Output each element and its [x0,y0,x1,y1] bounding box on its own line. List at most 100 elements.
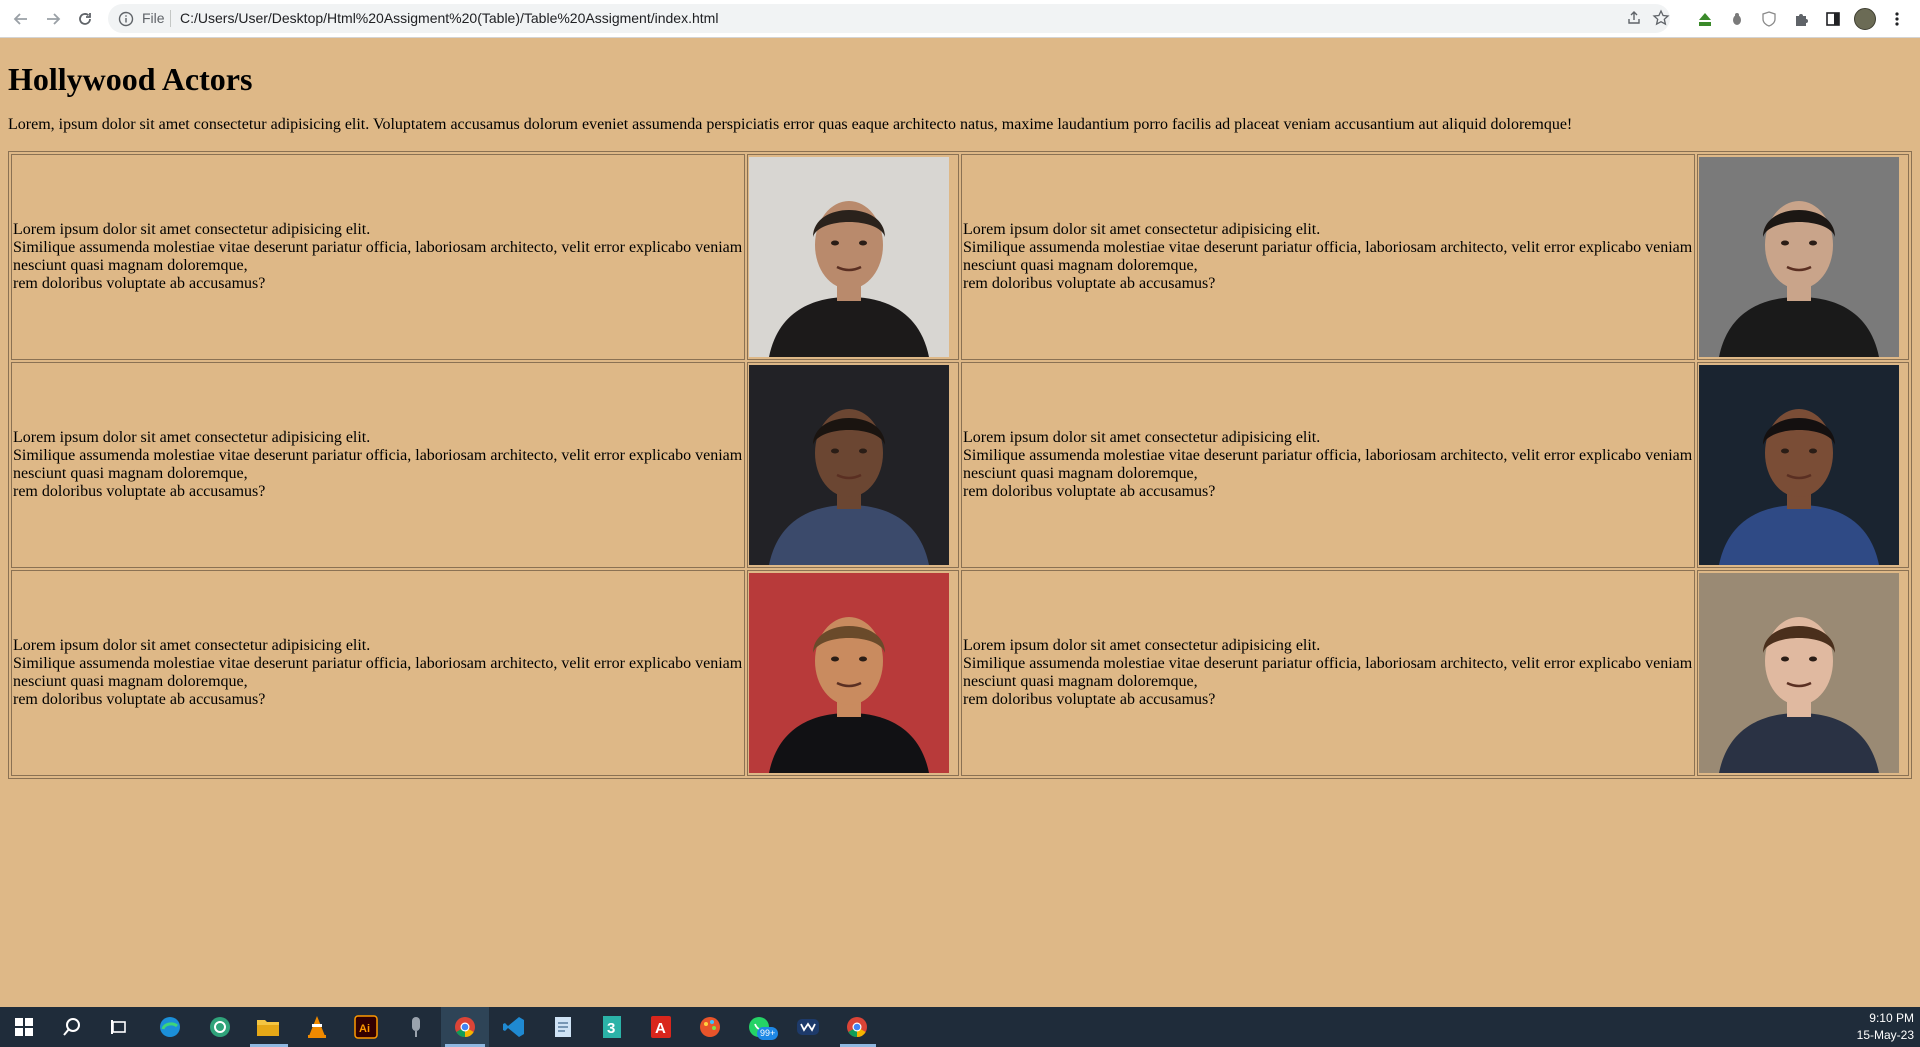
taskbar-chatgpt[interactable] [206,1013,234,1041]
taskbar-paint[interactable] [696,1013,724,1041]
vscode-icon [503,1017,524,1037]
actor-photo-4 [1699,365,1899,565]
clock-date: 15-May-23 [1856,1028,1914,1042]
extension-bug-icon[interactable] [1726,8,1748,30]
actors-table: Lorem ipsum dolor sit amet consectetur a… [8,151,1912,779]
taskbar-illustrator[interactable]: Ai [352,1013,380,1041]
taskbar-chrome[interactable] [451,1013,479,1041]
back-button[interactable] [10,8,32,30]
description-line-3: rem doloribus voluptate ab accusamus? [963,483,1216,500]
menu-kebab-icon[interactable] [1886,8,1908,30]
avatar [1854,8,1876,30]
acrobat-icon: A [651,1016,671,1038]
reload-icon [79,13,91,25]
start-button[interactable] [10,1013,38,1041]
description-line-1: Lorem ipsum dolor sit amet consectetur a… [963,221,1321,238]
illustrator-icon: Ai [354,1015,378,1039]
svg-text:A: A [655,1020,666,1037]
actor-photo-2 [1699,157,1899,357]
puzzle-icon [1796,14,1808,26]
actor-description-cell: Lorem ipsum dolor sit amet consectetur a… [961,362,1695,568]
notepad-icon [555,1017,571,1037]
actor-photo-cell [747,570,959,776]
taskbar-search-button[interactable] [58,1013,86,1041]
shield-icon [1762,11,1776,27]
description-line-1: Lorem ipsum dolor sit amet consectetur a… [13,637,371,654]
address-separator [170,10,171,27]
taskbar-vscode[interactable] [500,1013,528,1041]
taskbar-acrobat[interactable]: A [647,1013,675,1041]
clock-time: 9:10 PM [1869,1011,1914,1025]
dots-vertical-icon [1895,12,1899,26]
microphone-icon [412,1017,420,1037]
page-title: Hollywood Actors [8,61,253,97]
description-line-1: Lorem ipsum dolor sit amet consectetur a… [963,637,1321,654]
folder-icon [257,1020,279,1036]
plant-icon [1699,13,1711,26]
intro-paragraph: Lorem, ipsum dolor sit amet consectetur … [8,116,1573,133]
description-line-1: Lorem ipsum dolor sit amet consectetur a… [13,221,371,238]
arrow-left-icon [13,13,27,25]
taskbar-3d-app[interactable]: 3 [598,1013,626,1041]
description-line-2: Similique assumenda molestiae vitae dese… [13,447,743,482]
description-line-1: Lorem ipsum dolor sit amet consectetur a… [963,429,1321,446]
webex-icon [797,1019,819,1035]
browser-toolbar: File C:/Users/User/Desktop/Html%20Assigm… [0,0,1920,38]
search-icon [63,1018,80,1036]
description-line-3: rem doloribus voluptate ab accusamus? [13,483,266,500]
extension-green-icon[interactable] [1694,8,1716,30]
taskbar-whatsapp[interactable]: 99+ [745,1013,779,1041]
svg-text:3: 3 [607,1020,615,1037]
actor-photo-cell [747,154,959,360]
actor-photo-3 [749,365,949,565]
url-text[interactable]: C:/Users/User/Desktop/Html%20Assigment%2… [180,10,718,26]
actor-description-cell: Lorem ipsum dolor sit amet consectetur a… [961,570,1695,776]
edge-icon [160,1017,180,1037]
actor-photo-6 [1699,573,1899,773]
description-line-2: Similique assumenda molestiae vitae dese… [963,655,1693,690]
description-line-2: Similique assumenda molestiae vitae dese… [963,239,1693,274]
actor-photo-cell [1697,362,1909,568]
actor-description-cell: Lorem ipsum dolor sit amet consectetur a… [11,570,745,776]
actor-photo-cell [1697,570,1909,776]
extensions-puzzle-icon[interactable] [1790,8,1812,30]
reload-button[interactable] [74,8,96,30]
task-view-button[interactable] [106,1013,134,1041]
chrome-icon [455,1017,475,1038]
share-icon[interactable] [1626,10,1642,26]
extension-shield-icon[interactable] [1758,8,1780,30]
taskbar-microphone[interactable] [402,1013,430,1041]
forward-button[interactable] [42,8,64,30]
taskbar-edge[interactable] [156,1013,184,1041]
file-scheme-label: File [142,10,165,26]
table-row: Lorem ipsum dolor sit amet consectetur a… [11,570,1909,776]
openai-icon [210,1017,230,1037]
number-three-icon: 3 [603,1016,621,1038]
side-panel-icon[interactable] [1822,8,1844,30]
taskbar-file-explorer[interactable] [254,1013,282,1041]
bookmark-star-icon[interactable] [1652,9,1670,27]
description-line-2: Similique assumenda molestiae vitae dese… [13,655,743,690]
profile-avatar[interactable] [1854,8,1876,30]
description-line-3: rem doloribus voluptate ab accusamus? [963,691,1216,708]
actor-photo-cell [747,362,959,568]
taskbar-notepad[interactable] [549,1013,577,1041]
taskbar-chrome-second[interactable] [843,1013,871,1041]
table-row: Lorem ipsum dolor sit amet consectetur a… [11,154,1909,360]
actor-photo-1 [749,157,949,357]
actors-table-body: Lorem ipsum dolor sit amet consectetur a… [11,154,1909,776]
actor-description-cell: Lorem ipsum dolor sit amet consectetur a… [961,154,1695,360]
windows-logo-icon [15,1018,33,1036]
bug-icon [1733,13,1741,25]
svg-text:Ai: Ai [359,1023,370,1035]
system-clock[interactable]: 9:10 PM 15-May-23 [1857,1010,1914,1044]
taskbar-vlc[interactable] [303,1013,331,1041]
description-line-2: Similique assumenda molestiae vitae dese… [963,447,1693,482]
panel-icon [1826,12,1840,26]
actor-photo-cell [1697,154,1909,360]
taskbar-webex[interactable] [794,1013,822,1041]
windows-taskbar: Ai 3 A 99+ 9:10 PM 15-May-23 [0,1007,1920,1047]
address-bar[interactable]: File C:/Users/User/Desktop/Html%20Assigm… [108,4,1670,33]
info-icon[interactable] [118,11,134,27]
palette-icon [700,1017,720,1037]
